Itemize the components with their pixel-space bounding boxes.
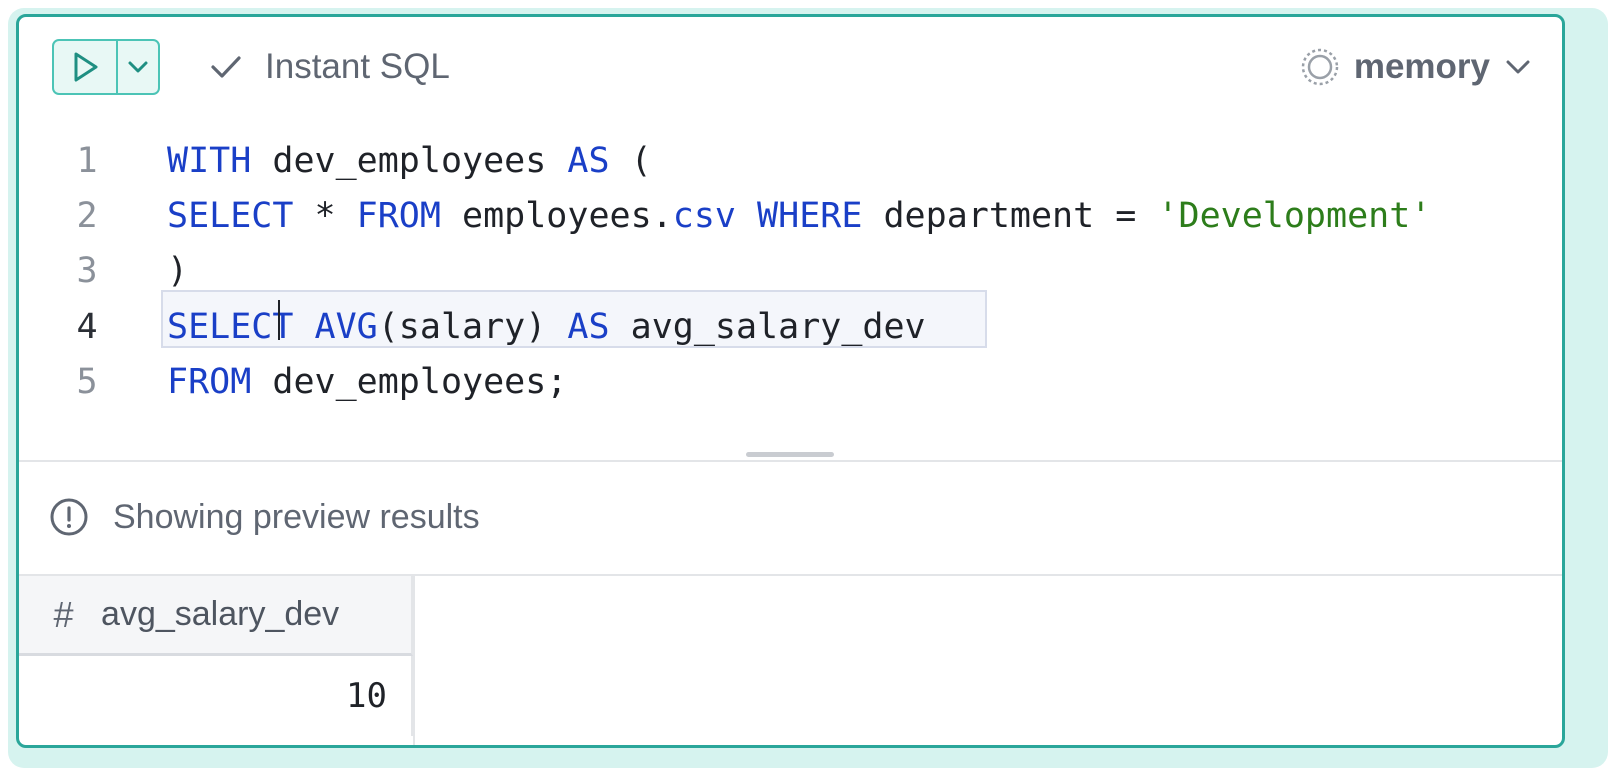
results-grid: # avg_salary_dev 10	[19, 576, 414, 745]
editor-resize-handle[interactable]	[746, 452, 834, 457]
chevron-down-icon	[128, 61, 148, 73]
preview-label: Showing preview results	[113, 497, 480, 536]
instant-sql-toggle[interactable]: Instant SQL	[209, 43, 450, 91]
instant-sql-label: Instant SQL	[265, 47, 450, 86]
dashed-circle-icon	[1301, 48, 1339, 86]
code-line[interactable]: WITH dev_employees AS (	[167, 141, 652, 181]
run-button[interactable]	[54, 41, 118, 93]
cell-toolbar: Instant SQL memory	[19, 17, 1562, 117]
column-header[interactable]: # avg_salary_dev	[19, 576, 413, 656]
play-icon	[74, 52, 98, 82]
preview-notice: Showing preview results	[49, 487, 480, 547]
line-number: 1	[76, 141, 98, 181]
database-name: memory	[1353, 47, 1490, 86]
text-cursor	[278, 300, 280, 340]
divider	[19, 460, 1562, 462]
chevron-down-icon	[1506, 60, 1530, 74]
sql-editor[interactable]: 1 WITH dev_employees AS ( 2 SELECT * FRO…	[19, 125, 1562, 455]
code-line[interactable]: )	[167, 251, 188, 291]
line-number: 3	[76, 251, 98, 291]
column-name: avg_salary_dev	[101, 595, 340, 633]
line-number: 2	[76, 196, 98, 236]
grid-border	[413, 576, 415, 745]
code-line[interactable]: SELECT * FROM employees.csv WHERE depart…	[167, 196, 1431, 236]
code-line[interactable]: FROM dev_employees;	[167, 362, 567, 402]
check-icon	[211, 56, 241, 78]
code-line[interactable]: SELECT AVG(salary) AS avg_salary_dev	[167, 307, 926, 347]
alert-circle-icon	[50, 498, 88, 536]
run-button-group	[52, 39, 160, 95]
database-selector[interactable]: memory	[1300, 43, 1532, 91]
table-row[interactable]: 10	[19, 656, 413, 736]
sql-cell[interactable]: Instant SQL memory 1 WITH dev_employees …	[16, 14, 1565, 748]
numeric-type-icon: #	[53, 593, 74, 635]
table-cell: 10	[346, 676, 387, 716]
line-number: 5	[76, 362, 98, 402]
line-number: 4	[76, 307, 98, 347]
run-options-button[interactable]	[118, 41, 158, 93]
